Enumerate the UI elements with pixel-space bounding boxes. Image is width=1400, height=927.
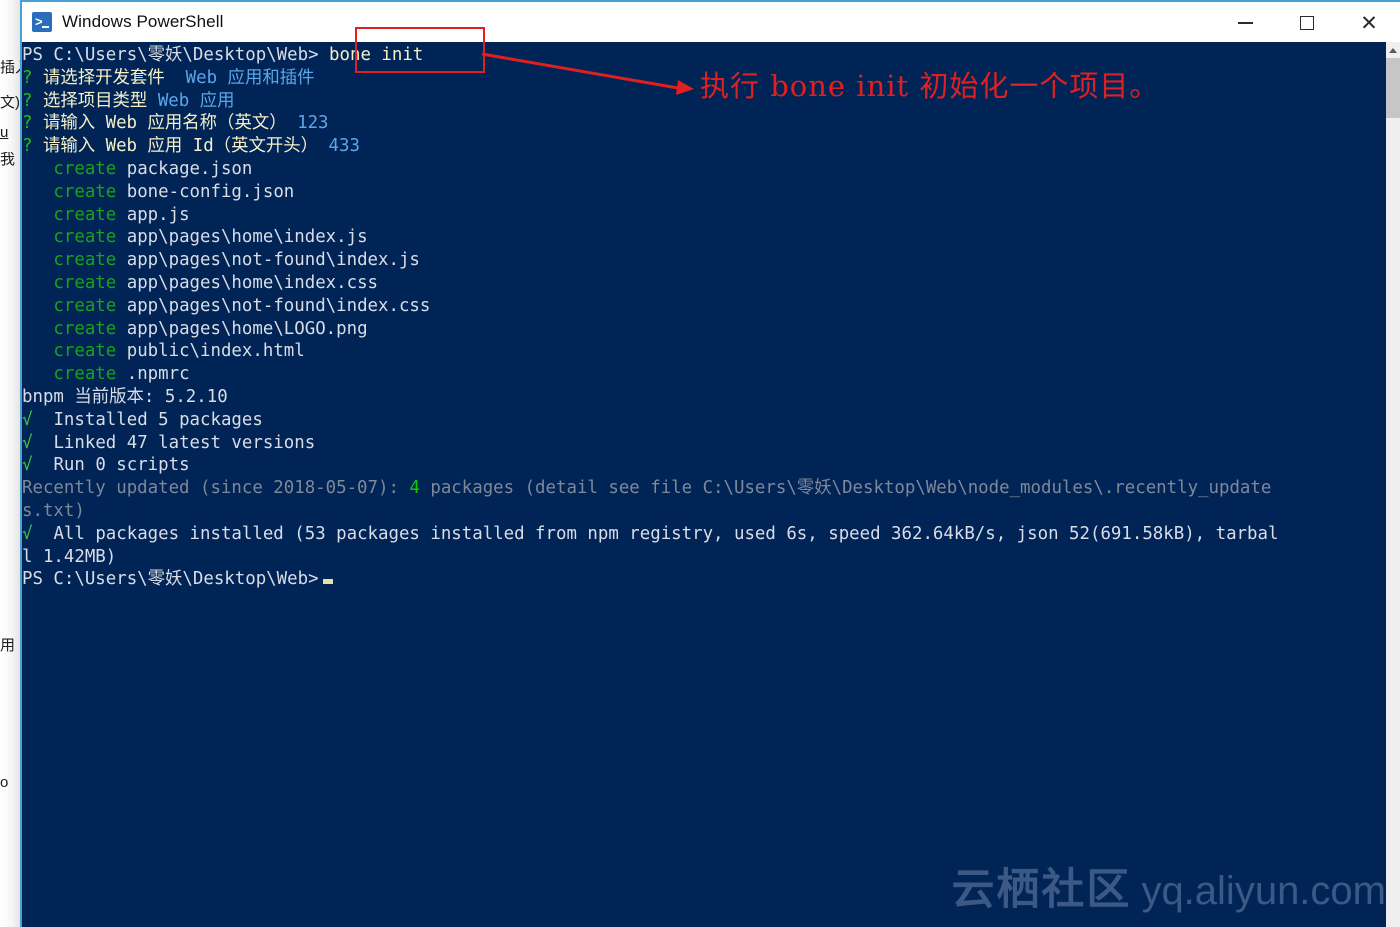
console-line-create: create app\pages\home\index.js	[22, 226, 1400, 249]
create-path: .npmrc	[126, 364, 190, 385]
scrollbar-up-arrow-icon[interactable]	[1386, 42, 1400, 58]
close-button[interactable]: ✕	[1338, 2, 1400, 44]
maximize-button[interactable]	[1276, 2, 1338, 44]
recently-updated-wrap: s.txt)	[22, 500, 85, 521]
question-answer: 123	[297, 113, 329, 134]
check-icon: √	[22, 409, 33, 430]
create-verb: create	[53, 341, 117, 362]
console-line-question: ? 请输入 Web 应用名称（英文） 123	[22, 112, 1400, 135]
console-line-recently-updated: Recently updated (since 2018-05-07): 4 p…	[22, 477, 1400, 500]
console-line-status: √ Run 0 scripts	[22, 454, 1400, 477]
background-fragment: 插入	[0, 60, 20, 75]
create-verb: create	[53, 227, 117, 248]
background-fragment: u	[0, 125, 9, 140]
create-verb: create	[53, 364, 117, 385]
question-answer: Web 应用	[157, 90, 235, 111]
check-icon: √	[22, 432, 33, 453]
typed-command: bone init	[329, 45, 424, 65]
question-marker: ?	[22, 113, 33, 134]
background-fragment: 我	[0, 152, 16, 167]
console-line-create: create app.js	[22, 204, 1400, 227]
console-line-create: create app\pages\not-found\index.js	[22, 249, 1400, 272]
question-answer: 433	[328, 136, 360, 157]
status-text: Installed 5 packages	[53, 409, 263, 430]
check-icon: √	[22, 455, 33, 476]
check-icon: √	[22, 523, 33, 544]
console-line-create: create app\pages\home\LOGO.png	[22, 318, 1400, 341]
window-controls: ✕	[1214, 2, 1400, 44]
background-fragment: 文)	[0, 95, 20, 110]
create-verb: create	[53, 295, 117, 316]
bnpm-version-text: bnpm 当前版本: 5.2.10	[22, 386, 228, 407]
prompt-path: PS C:\Users\零妖\Desktop\Web>	[22, 569, 319, 590]
all-installed-wrap: l 1.42MB)	[22, 546, 117, 567]
console-line-question: ? 请输入 Web 应用 Id（英文开头） 433	[22, 135, 1400, 158]
minimize-icon	[1237, 22, 1253, 24]
question-label: 请输入 Web 应用 Id（英文开头）	[42, 136, 319, 157]
text-cursor	[322, 579, 333, 585]
prompt-path: PS C:\Users\零妖\Desktop\Web>	[22, 45, 319, 65]
create-path: app\pages\home\LOGO.png	[126, 318, 368, 339]
question-marker: ?	[22, 90, 33, 111]
recently-updated-prefix: Recently updated (since 2018-05-07):	[22, 478, 410, 499]
question-marker: ?	[22, 136, 33, 157]
create-path: public\index.html	[126, 341, 305, 362]
console-line-create: create bone-config.json	[22, 181, 1400, 204]
create-path: app\pages\home\index.css	[126, 272, 379, 293]
create-path: bone-config.json	[126, 181, 295, 202]
all-installed-text: All packages installed (53 packages inst…	[53, 523, 1279, 544]
close-icon: ✕	[1360, 11, 1378, 35]
create-verb: create	[53, 250, 117, 271]
create-verb: create	[53, 181, 117, 202]
console-output[interactable]: PS C:\Users\零妖\Desktop\Web> bone init ? …	[22, 42, 1400, 927]
status-text: Linked 47 latest versions	[53, 432, 316, 453]
screenshot-root: 插入 文) u 我 用 o Windows PowerShell ✕	[0, 0, 1400, 927]
minimize-button[interactable]	[1214, 2, 1276, 44]
console-line-create: create app\pages\home\index.css	[22, 272, 1400, 295]
console-line-create: create public\index.html	[22, 340, 1400, 363]
status-text: Run 0 scripts	[53, 455, 190, 476]
create-path: app\pages\not-found\index.css	[126, 295, 431, 316]
titlebar[interactable]: Windows PowerShell ✕	[22, 0, 1400, 42]
background-fragment: 用	[0, 638, 16, 653]
create-verb: create	[53, 204, 117, 225]
powershell-window: Windows PowerShell ✕ PS C:\Users\零妖\Desk…	[20, 0, 1400, 927]
question-label: 选择项目类型	[42, 90, 148, 111]
create-path: app\pages\home\index.js	[126, 227, 368, 248]
annotation-note: 执行 bone init 初始化一个项目。	[700, 69, 1160, 103]
create-verb: create	[53, 272, 117, 293]
question-marker: ?	[22, 67, 33, 88]
console-line-recently-updated-wrap: s.txt)	[22, 500, 1400, 523]
console-line-status: √ Installed 5 packages	[22, 409, 1400, 432]
window-title: Windows PowerShell	[62, 12, 224, 31]
recently-updated-count: 4	[409, 478, 420, 499]
scrollbar-thumb[interactable]	[1386, 58, 1400, 118]
create-verb: create	[53, 158, 117, 179]
maximize-icon	[1300, 16, 1314, 30]
vertical-scrollbar[interactable]	[1386, 42, 1400, 927]
background-page: 插入 文) u 我 用 o	[0, 0, 20, 927]
create-path: app\pages\not-found\index.js	[126, 250, 420, 271]
question-answer: Web 应用和插件	[185, 67, 315, 88]
create-path: package.json	[126, 158, 253, 179]
background-fragment: o	[0, 775, 9, 790]
console-line-create: create package.json	[22, 158, 1400, 181]
recently-updated-middle: packages (detail see file C:\Users\零妖\De…	[419, 478, 1272, 499]
powershell-icon	[32, 12, 52, 32]
create-path: app.js	[126, 204, 190, 225]
console-line-bnpm-version: bnpm 当前版本: 5.2.10	[22, 386, 1400, 409]
question-label: 请输入 Web 应用名称（英文）	[42, 113, 287, 134]
console-line-create: create .npmrc	[22, 363, 1400, 386]
console-line-status: √ Linked 47 latest versions	[22, 432, 1400, 455]
create-verb: create	[53, 318, 117, 339]
console-line-create: create app\pages\not-found\index.css	[22, 295, 1400, 318]
console-line-prompt-final: PS C:\Users\零妖\Desktop\Web>	[22, 568, 1400, 591]
console-line-all-installed-wrap: l 1.42MB)	[22, 546, 1400, 569]
console-line-all-installed: √ All packages installed (53 packages in…	[22, 523, 1400, 546]
question-label: 请选择开发套件	[42, 67, 165, 88]
